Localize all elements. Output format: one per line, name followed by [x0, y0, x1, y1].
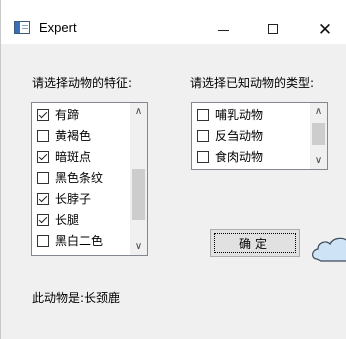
features-label: 请选择动物的特征: [32, 76, 133, 90]
type-item-2[interactable]: 食肉动物 [197, 148, 263, 165]
type-checkbox-0[interactable] [197, 108, 209, 121]
feature-item-1[interactable]: 黄褐色 [37, 127, 91, 144]
type-label-2: 食肉动物 [215, 150, 264, 164]
chevron-down-icon[interactable]: ∨ [130, 238, 147, 255]
feature-checkbox-2[interactable] [37, 150, 49, 163]
maximize-button[interactable] [253, 14, 293, 44]
chevron-up-icon[interactable]: ∧ [130, 103, 147, 120]
feature-item-3[interactable]: 黑色条纹 [37, 169, 103, 186]
close-icon: ✕ [317, 19, 333, 39]
type-item-1[interactable]: 反刍动物 [197, 127, 263, 144]
cloud-shape-icon [311, 225, 346, 265]
feature-checkbox-1[interactable] [37, 129, 49, 142]
features-listbox[interactable]: 有蹄 黄褐色 暗斑点 黑色条纹 长脖子 长腿 黑白二色 ∧ ∨ [31, 102, 148, 256]
feature-label-5: 长腿 [55, 213, 80, 227]
types-scrollbar[interactable]: ∧ ∨ [310, 103, 327, 169]
types-listbox[interactable]: 哺乳动物 反刍动物 食肉动物 ∧ ∨ [191, 102, 328, 170]
feature-checkbox-5[interactable] [37, 213, 49, 226]
type-label-1: 反刍动物 [215, 129, 264, 143]
features-scrollbar[interactable]: ∧ ∨ [130, 103, 147, 255]
feature-item-5[interactable]: 长腿 [37, 211, 79, 228]
minimize-icon [217, 29, 229, 31]
feature-checkbox-3[interactable] [37, 171, 49, 184]
chevron-down-icon[interactable]: ∨ [310, 152, 327, 169]
type-checkbox-2[interactable] [197, 150, 209, 163]
feature-checkbox-4[interactable] [37, 192, 49, 205]
feature-label-6: 黑白二色 [55, 234, 104, 248]
feature-item-2[interactable]: 暗斑点 [37, 148, 91, 165]
expert-window: Expert ✕ 请选择动物的特征: 有蹄 黄褐色 暗斑点 黑色条纹 长脖子 长… [0, 0, 346, 339]
features-scroll-thumb[interactable] [132, 169, 145, 220]
title-bar[interactable]: Expert ✕ [1, 0, 346, 44]
feature-label-4: 长脖子 [55, 192, 92, 206]
type-label-0: 哺乳动物 [215, 108, 264, 122]
types-label: 请选择已知动物的类型: [190, 76, 315, 90]
window-title: Expert [39, 20, 77, 35]
feature-label-1: 黄褐色 [55, 129, 92, 143]
ok-button[interactable]: 确定 [210, 229, 300, 257]
type-item-0[interactable]: 哺乳动物 [197, 106, 263, 123]
close-button[interactable]: ✕ [305, 14, 345, 44]
feature-checkbox-0[interactable] [37, 108, 49, 121]
app-window-icon [14, 21, 30, 34]
minimize-button[interactable] [203, 14, 243, 44]
feature-checkbox-6[interactable] [37, 234, 49, 247]
feature-label-3: 黑色条纹 [55, 171, 104, 185]
feature-item-4[interactable]: 长脖子 [37, 190, 91, 207]
result-text: 此动物是:长颈鹿 [32, 291, 121, 305]
maximize-icon [268, 24, 278, 34]
feature-item-0[interactable]: 有蹄 [37, 106, 79, 123]
feature-label-0: 有蹄 [55, 108, 80, 122]
focus-rectangle [214, 233, 296, 253]
chevron-up-icon[interactable]: ∧ [310, 103, 327, 120]
types-scroll-thumb[interactable] [312, 123, 325, 145]
type-checkbox-1[interactable] [197, 129, 209, 142]
feature-label-2: 暗斑点 [55, 150, 92, 164]
feature-item-6[interactable]: 黑白二色 [37, 232, 103, 249]
